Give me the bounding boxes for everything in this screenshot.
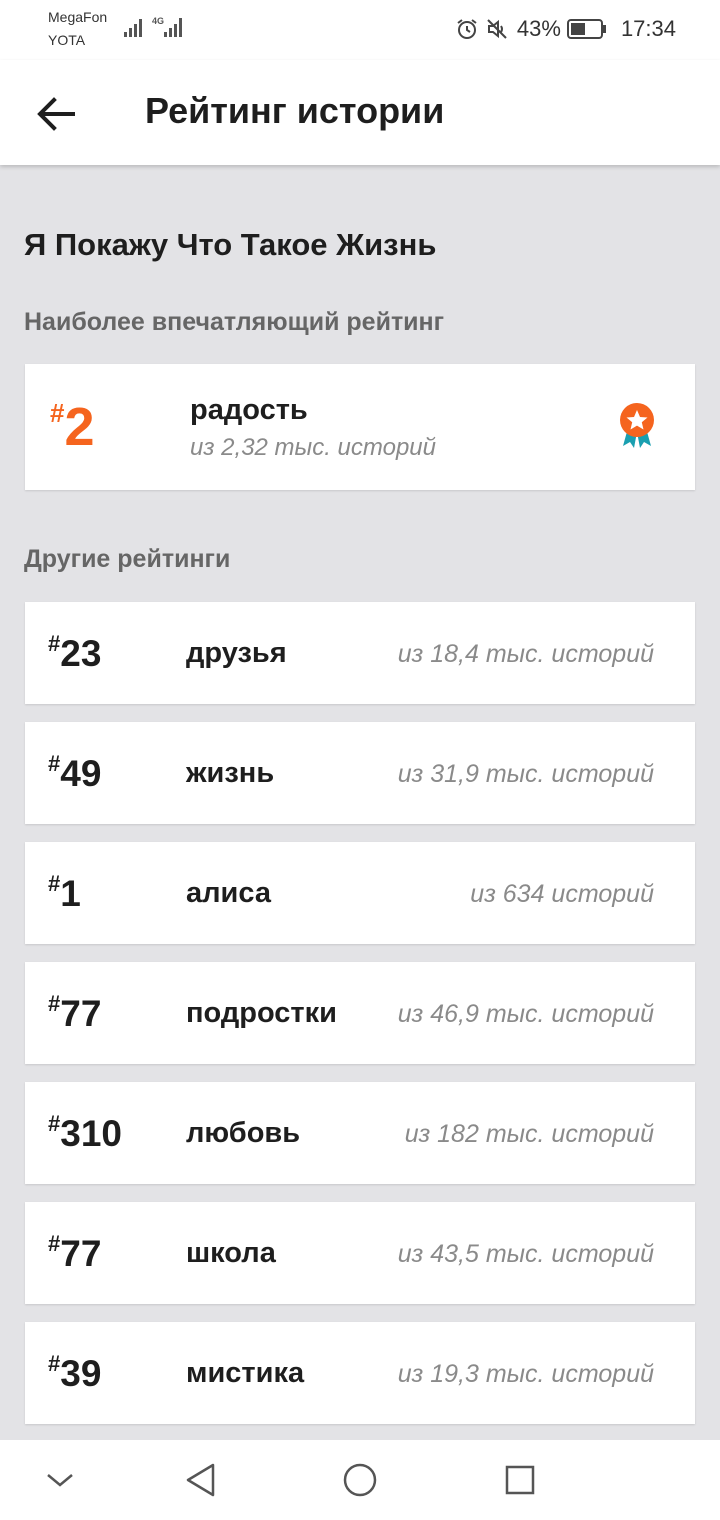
rank-hash: # [48, 1231, 61, 1256]
story-title: Я Покажу Что Такое Жизнь [24, 227, 437, 262]
ranking-row[interactable]: #77 школа из 43,5 тыс. историй [25, 1202, 695, 1304]
status-icons: 43% 17:34 [455, 15, 676, 43]
ranking-row[interactable]: #310 любовь из 182 тыс. историй [25, 1082, 695, 1184]
signal-icon: 4G [124, 16, 182, 37]
story-count: из 46,9 тыс. историй [397, 1000, 654, 1028]
nav-collapse-button[interactable] [40, 1460, 80, 1500]
ranking-row[interactable]: #77 подростки из 46,9 тыс. историй [25, 962, 695, 1064]
tag-name: школа [186, 1237, 276, 1269]
tag-name: друзья [186, 637, 287, 669]
page-title: Рейтинг истории [145, 90, 445, 131]
rank-hash: # [48, 1351, 61, 1376]
story-count: из 19,3 тыс. историй [397, 1360, 654, 1388]
status-bar: MegaFon YOTA 4G 43% 17:34 [0, 0, 720, 60]
top-story-count: из 2,32 тыс. историй [190, 434, 436, 461]
top-ranking-section-label: Наиболее впечатляющий рейтинг [24, 308, 445, 336]
rank: #23 [48, 631, 102, 674]
system-nav-bar [0, 1440, 720, 1520]
rank: #1 [48, 871, 81, 914]
ranking-row[interactable]: #23 друзья из 18,4 тыс. историй [25, 602, 695, 704]
top-rank: #2 [50, 397, 95, 457]
award-ribbon-icon [620, 403, 654, 448]
story-count: из 31,9 тыс. историй [397, 760, 654, 788]
chevron-down-icon [47, 1474, 73, 1487]
rank-hash: # [50, 398, 65, 428]
ranking-row[interactable]: #1 алиса из 634 историй [25, 842, 695, 944]
rank-hash: # [48, 1111, 61, 1136]
network-type-label: 4G [152, 16, 164, 26]
rank: #310 [48, 1111, 122, 1154]
rank-hash: # [48, 871, 61, 896]
story-count: из 634 историй [470, 880, 654, 908]
tag-name: мистика [186, 1357, 305, 1389]
nav-recents-button[interactable] [500, 1460, 540, 1500]
other-rankings-section-label: Другие рейтинги [24, 545, 231, 573]
alarm-icon [457, 19, 477, 39]
tag-name: жизнь [186, 757, 275, 789]
mute-icon [487, 19, 507, 39]
arrow-left-icon [37, 97, 75, 131]
app-bar: Рейтинг истории [0, 60, 720, 165]
rank-hash: # [48, 751, 61, 776]
rank: #49 [48, 751, 102, 794]
rank-number: 310 [60, 1113, 122, 1154]
carrier-name-secondary: YOTA [48, 32, 86, 48]
square-recents-icon [505, 1465, 535, 1495]
rank-number: 77 [60, 993, 102, 1034]
nav-home-button[interactable] [340, 1460, 380, 1500]
battery-icon [566, 19, 606, 39]
rank-number: 77 [60, 1233, 102, 1274]
tag-name: подростки [186, 997, 337, 1029]
ranking-row[interactable]: #39 мистика из 19,3 тыс. историй [25, 1322, 695, 1424]
rank-number: 39 [60, 1353, 102, 1394]
back-button[interactable] [24, 82, 88, 146]
rank: #39 [48, 1351, 102, 1394]
story-count: из 18,4 тыс. историй [397, 640, 654, 668]
top-ranking-card[interactable]: #2 радость из 2,32 тыс. историй [25, 364, 695, 490]
nav-back-button[interactable] [180, 1460, 220, 1500]
tag-name: любовь [186, 1117, 301, 1149]
carrier-name: MegaFon [48, 9, 108, 25]
rank-number: 2 [64, 397, 95, 457]
battery-percent: 43% [516, 16, 561, 41]
top-tag: радость [190, 394, 308, 426]
rank-hash: # [48, 631, 61, 656]
tag-name: алиса [186, 877, 271, 909]
circle-home-icon [343, 1463, 377, 1497]
rank: #77 [48, 991, 102, 1034]
rank: #77 [48, 1231, 102, 1274]
rank-number: 23 [60, 633, 102, 674]
story-count: из 43,5 тыс. историй [397, 1240, 654, 1268]
rank-number: 1 [60, 873, 81, 914]
triangle-back-icon [186, 1463, 215, 1497]
rank-hash: # [48, 991, 61, 1016]
ranking-row[interactable]: #49 жизнь из 31,9 тыс. историй [25, 722, 695, 824]
story-count: из 182 тыс. историй [404, 1120, 654, 1148]
rank-number: 49 [60, 753, 102, 794]
clock: 17:34 [620, 16, 676, 41]
screen: MegaFon YOTA 4G 43% 17:34 Рейтинг истори… [0, 0, 720, 1520]
